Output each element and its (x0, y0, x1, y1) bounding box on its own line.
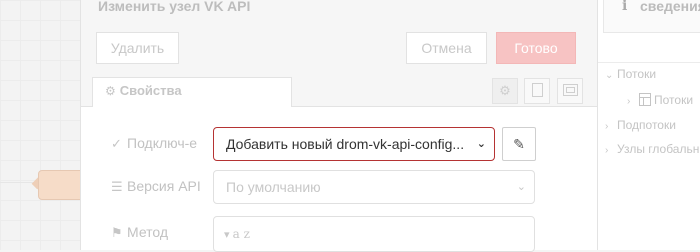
chevron-down-icon: ⌄ (476, 138, 486, 150)
tag-icon: ⚑ (111, 225, 123, 240)
tab-properties[interactable]: ⚙ Свойства (92, 77, 292, 107)
method-row: ⚑ Метод ▾ a z (81, 216, 597, 252)
connection-select-value: Добавить новый drom-vk-api-config... (226, 136, 465, 152)
frame-icon (562, 84, 578, 96)
chevron-right-icon: › (627, 96, 631, 107)
type-selector[interactable]: ▾ a z (218, 221, 260, 247)
api-version-label: ☰ Версия API (111, 178, 201, 195)
api-version-select[interactable]: По умолчанию ⌄ (213, 170, 535, 204)
tree-subflows[interactable]: › Подпотоки (605, 118, 676, 132)
tree-subflows-label: Подпотоки (617, 118, 676, 132)
tree-flow-item-label: Потоки (654, 93, 694, 107)
connection-label: ✓ Подключ-е (111, 135, 197, 152)
tree-flow-item[interactable]: › Потоки (627, 93, 693, 107)
info-sidebar: i сведения ⌄ Потоки › Потоки › Подпотоки › У… (596, 0, 700, 250)
string-type-icon: a z (232, 227, 250, 241)
connection-row: ✓ Подключ-е Добавить новый drom-vk-api-co… (81, 127, 597, 161)
chevron-right-icon: › (605, 121, 609, 132)
tree-global-nodes[interactable]: › Узлы глобальные (605, 142, 700, 156)
flow-icon (639, 93, 651, 106)
done-button[interactable]: Готово (496, 32, 576, 64)
chevron-right-icon: › (605, 145, 609, 156)
tab-properties-label: Свойства (119, 83, 182, 98)
tab-settings[interactable]: ⚙ (492, 78, 518, 104)
chevron-down-icon: ▾ (224, 229, 230, 241)
chevron-down-icon: ⌄ (516, 181, 526, 193)
gear-icon: ⚙ (499, 83, 511, 98)
tree-flows[interactable]: ⌄ Потоки (605, 67, 656, 81)
api-version-label-text: Версия API (127, 178, 201, 194)
tray-header: Изменить узел VK API Удалить Отмена Гото… (81, 0, 597, 69)
method-label-text: Метод (127, 224, 169, 240)
sidebar-title: сведения (640, 0, 700, 14)
sidebar-tab-info[interactable]: i сведения (603, 0, 700, 33)
sidebar-divider (597, 62, 700, 63)
tree-global-nodes-label: Узлы глобальные (617, 142, 700, 156)
delete-button[interactable]: Удалить (96, 32, 179, 64)
pencil-icon: ✎ (513, 136, 525, 152)
chevron-down-icon: ⌄ (605, 70, 614, 81)
edit-config-button[interactable]: ✎ (502, 127, 536, 161)
plug-icon: ✓ (111, 136, 122, 151)
tab-description[interactable] (524, 78, 550, 104)
info-icon: i (622, 0, 628, 14)
tab-appearance[interactable] (557, 78, 583, 104)
list-icon: ☰ (111, 179, 123, 194)
api-version-row: ☰ Версия API По умолчанию ⌄ (81, 170, 597, 204)
api-version-select-value: По умолчанию (226, 179, 321, 195)
connection-label-text: Подключ-е (127, 135, 198, 151)
tray-tabs: ⚙ Свойства ⚙ (81, 68, 597, 107)
edit-node-tray: Изменить узел VK API Удалить Отмена Гото… (80, 0, 598, 252)
method-label: ⚑ Метод (111, 224, 168, 241)
gear-icon: ⚙ (105, 84, 116, 98)
cancel-button[interactable]: Отмена (406, 32, 487, 64)
connection-select[interactable]: Добавить новый drom-vk-api-config... ⌄ (213, 127, 495, 161)
tree-flows-label: Потоки (617, 67, 657, 81)
workspace-canvas (0, 0, 90, 250)
document-icon (531, 83, 543, 97)
method-input[interactable]: ▾ a z (213, 216, 535, 252)
tray-title: Изменить узел VK API (98, 0, 251, 14)
